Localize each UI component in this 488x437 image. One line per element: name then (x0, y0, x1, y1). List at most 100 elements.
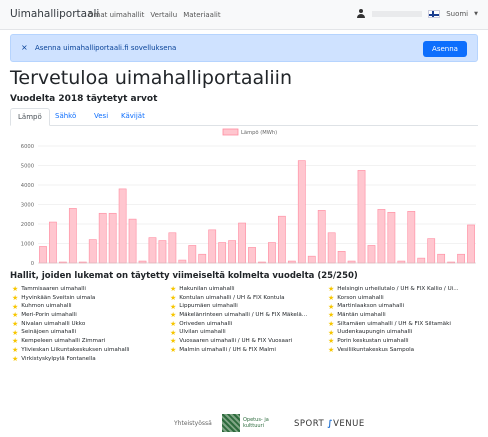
heat-chart-svg: 0 1000 2000 3000 4000 5000 6000 Lämpö (MWh) (21, 128, 476, 267)
hall-list-item[interactable]: ★ Tammisaaren uimahalli (12, 285, 164, 294)
chart-bar (297, 160, 306, 264)
hall-list-item[interactable]: ★ Helsingin urheilutalo / UH & FIX Kallio… (328, 285, 480, 294)
close-icon[interactable]: × (21, 43, 28, 52)
chart-bar (49, 221, 57, 264)
hall-name: Porin keskustan uimahalli (337, 338, 409, 345)
hall-name: Mäntän uimahalli (337, 312, 386, 319)
hall-name: Helsingin urheilutalo / UH & FIX Kallio … (337, 286, 459, 292)
hall-list-item[interactable]: ★ Martinlaakson uimahalli (328, 302, 480, 311)
hall-name: Siltamäen uimahalli / UH & FIX Siltamäki (337, 320, 451, 327)
chart-bar (337, 251, 346, 264)
tab-sahko[interactable]: Sähkö (48, 108, 83, 126)
hall-list-item[interactable]: ★ Vuosaaren uimahalli / UH & FIX Vuosaari (170, 337, 322, 346)
user-icon[interactable] (356, 9, 366, 19)
nav-link-vertailu[interactable]: Vertailu (150, 11, 177, 19)
chart-bar (367, 245, 376, 264)
chart-bar (357, 170, 366, 264)
hall-list-item[interactable]: ★ Ylivieskan Liikuntakeskuksen uimahalli (12, 346, 164, 355)
star-icon: ★ (328, 328, 335, 337)
star-icon: ★ (12, 328, 19, 337)
install-alert: × Asenna uimahalliportaali.fi sovellukse… (10, 34, 478, 62)
y-tick-label: 4000 (21, 183, 34, 189)
hall-list-item[interactable]: ★ Ulvilan uimahalli (170, 328, 322, 337)
hall-list-item[interactable]: ★ Virkistyskylpylä Fontanella (12, 355, 164, 364)
hall-name: Lippumäen uimahalli (179, 303, 238, 310)
hall-name: Uudenkaupungin uimahalli (337, 329, 413, 336)
chart-bar (317, 210, 326, 264)
chart-bar (228, 240, 236, 264)
hall-list-item[interactable]: ★ Korson uimahalli (328, 294, 480, 303)
chart-bar (467, 224, 475, 264)
y-tick-label: 2000 (21, 222, 34, 228)
chart-bar (148, 237, 157, 264)
tab-vesi[interactable]: Vesi (87, 108, 115, 126)
hall-list-item[interactable]: ★ Kempeleen uimahalli Zimmari (12, 337, 164, 346)
hall-list-item[interactable]: ★ Vesiliikuntakeskus Sampola (328, 346, 480, 355)
tab-lampo[interactable]: Lämpö (10, 108, 50, 126)
nav-link-omat-uimahallit[interactable]: Omat uimahallit (88, 11, 144, 19)
hall-list-item[interactable]: ★ Hyvinkään Sveitsin uimala (12, 294, 164, 303)
user-name-blurred[interactable] (372, 11, 423, 17)
hall-list-item[interactable]: ★ Malmin uimahalli / UH & FIX Malmi (170, 346, 322, 355)
chart-bar (39, 246, 47, 264)
star-icon: ★ (170, 311, 177, 320)
chart-bar (427, 238, 436, 264)
hall-list-item[interactable]: ★ Siltamäen uimahalli / UH & FIX Siltamäk… (328, 320, 480, 329)
install-button[interactable]: Asenna (423, 41, 467, 57)
hall-list-item[interactable]: ★ Uudenkaupungin uimahalli (328, 328, 480, 337)
nav-links: Omat uimahallit Vertailu Materiaalit (88, 11, 221, 19)
hall-name: Malmin uimahalli / UH & FIX Malmi (179, 346, 276, 353)
star-icon: ★ (170, 337, 177, 346)
brand-logo[interactable]: Uimahalliportaali (10, 8, 99, 20)
finland-flag-icon (428, 10, 441, 18)
y-tick-label: 5000 (21, 163, 34, 169)
y-tick-label: 6000 (21, 144, 34, 150)
hall-name: Hakunilan uimahalli (179, 286, 235, 292)
hall-name: Nivalan uimahalli Ukko (21, 320, 86, 327)
chart-bar (178, 259, 187, 264)
language-select[interactable]: Suomi (446, 10, 468, 18)
hallit-column-2: ★ Hakunilan uimahalli ★ Kontulan uimahalli … (170, 285, 322, 355)
sportvenue-logo-sport: SPORT (294, 419, 325, 429)
hall-list-item[interactable]: ★ Porin keskustan uimahalli (328, 337, 480, 346)
hall-list-item[interactable]: ★ Oriveden uimahalli (170, 320, 322, 329)
hall-name: Seinäjoen uimahalli (21, 329, 77, 336)
y-tick-label: 3000 (21, 202, 34, 208)
hall-name: Kempeleen uimahalli Zimmari (21, 338, 106, 345)
hall-list-item[interactable]: ★ Mäkelänrinteen uimahalli / UH & FIX Mäk… (170, 311, 322, 320)
chart-bar (248, 247, 256, 264)
nav-link-materiaalit[interactable]: Materiaalit (183, 11, 220, 19)
legend-swatch (222, 128, 239, 136)
chart-bar (88, 239, 97, 264)
hall-list-item[interactable]: ★ Mäntän uimahalli (328, 311, 480, 320)
page-subtitle: Vuodelta 2018 täytetyt arvot (10, 94, 158, 104)
hall-list-item[interactable]: ★ Hakunilan uimahalli (170, 285, 322, 294)
sportvenue-logo-venue: VENUE (333, 419, 365, 429)
chart-bar (218, 242, 227, 264)
hall-list-item[interactable]: ★ Kuhmon uimahalli (12, 302, 164, 311)
chart-bar (108, 212, 117, 264)
nav-right: Suomi ▼ (356, 9, 478, 19)
chart-bar (417, 257, 426, 264)
star-icon: ★ (12, 294, 19, 303)
chart-bar (387, 212, 396, 264)
hall-name: Oriveden uimahalli (179, 320, 233, 327)
star-icon: ★ (12, 311, 19, 320)
tab-kavijat[interactable]: Kävijät (114, 108, 152, 126)
chart-bar (268, 242, 276, 264)
star-icon: ★ (328, 311, 335, 320)
metric-tabs: Lämpö Sähkö Vesi Kävijät (10, 108, 478, 126)
chevron-down-icon[interactable]: ▼ (474, 11, 478, 17)
hall-name: Kontulan uimahalli / UH & FIX Kontula (179, 294, 285, 301)
star-icon: ★ (170, 346, 177, 355)
y-tick-label: 1000 (21, 241, 34, 247)
hall-name: Mäkelänrinteen uimahalli / UH & FIX Mäke… (179, 312, 308, 319)
star-icon: ★ (170, 294, 177, 303)
hall-list-item[interactable]: ★ Seinäjoen uimahalli (12, 328, 164, 337)
hall-list-item[interactable]: ★ Nivalan uimahalli Ukko (12, 320, 164, 329)
hall-list-item[interactable]: ★ Meri-Porin uimahalli (12, 311, 164, 320)
hall-list-item[interactable]: ★ Kontulan uimahalli / UH & FIX Kontula (170, 294, 322, 303)
hall-list-item[interactable]: ★ Lippumäen uimahalli (170, 302, 322, 311)
chart-bar (457, 253, 465, 264)
chart-bar (327, 232, 336, 264)
